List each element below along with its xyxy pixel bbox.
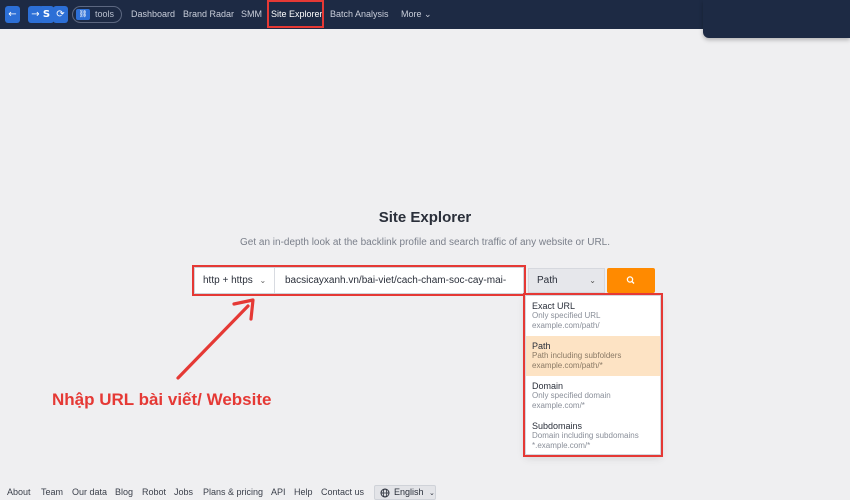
globe-icon [380, 488, 390, 498]
footer-team[interactable]: Team [41, 487, 63, 497]
top-nav: ← → S ⟳ ⛓ tools Dashboard Brand Radar SM… [0, 0, 850, 38]
footer-help[interactable]: Help [294, 487, 313, 497]
logo-icon[interactable]: S [39, 6, 54, 23]
chevron-down-icon: ⌄ [429, 490, 435, 497]
footer-plans-pricing[interactable]: Plans & pricing [203, 487, 263, 497]
footer-jobs[interactable]: Jobs [174, 487, 193, 497]
highlight-box-search [192, 265, 526, 296]
page-subtitle: Get an in-depth look at the backlink pro… [239, 237, 610, 248]
account-panel[interactable] [703, 0, 850, 38]
annotation-arrow [176, 298, 255, 380]
footer: About Team Our data Blog Robot Jobs Plan… [0, 483, 850, 500]
footer-blog[interactable]: Blog [115, 487, 133, 497]
nav-batch-analysis[interactable]: Batch Analysis [330, 0, 389, 29]
footer-our-data[interactable]: Our data [72, 487, 107, 497]
language-label: English [394, 487, 424, 497]
back-icon[interactable]: ← [5, 6, 20, 23]
page-title: Site Explorer [378, 209, 472, 226]
footer-api[interactable]: API [271, 487, 286, 497]
highlight-box-site-explorer [267, 0, 324, 28]
search-button[interactable] [607, 268, 655, 293]
mode-select[interactable]: Path ⌄ [528, 268, 605, 293]
link-icon: ⛓ [76, 9, 90, 20]
nav-brand-radar[interactable]: Brand Radar [183, 0, 234, 29]
nav-more[interactable]: More ⌄ [401, 0, 432, 29]
tools-label: tools [95, 9, 115, 19]
nav-smm[interactable]: SMM [241, 0, 262, 29]
footer-robot[interactable]: Robot [142, 487, 166, 497]
chevron-down-icon: ⌄ [589, 276, 596, 285]
footer-contact-us[interactable]: Contact us [321, 487, 364, 497]
reload-icon[interactable]: ⟳ [53, 6, 68, 23]
annotation-text: Nhập URL bài viết/ Website [52, 390, 272, 409]
language-select[interactable]: English ⌄ [374, 485, 436, 500]
search-icon [626, 276, 635, 284]
footer-about[interactable]: About [7, 487, 31, 497]
nav-dashboard[interactable]: Dashboard [131, 0, 175, 29]
highlight-box-dropdown [523, 293, 663, 457]
mode-label: Path [537, 275, 558, 286]
tools-button[interactable]: ⛓ tools [72, 6, 122, 23]
